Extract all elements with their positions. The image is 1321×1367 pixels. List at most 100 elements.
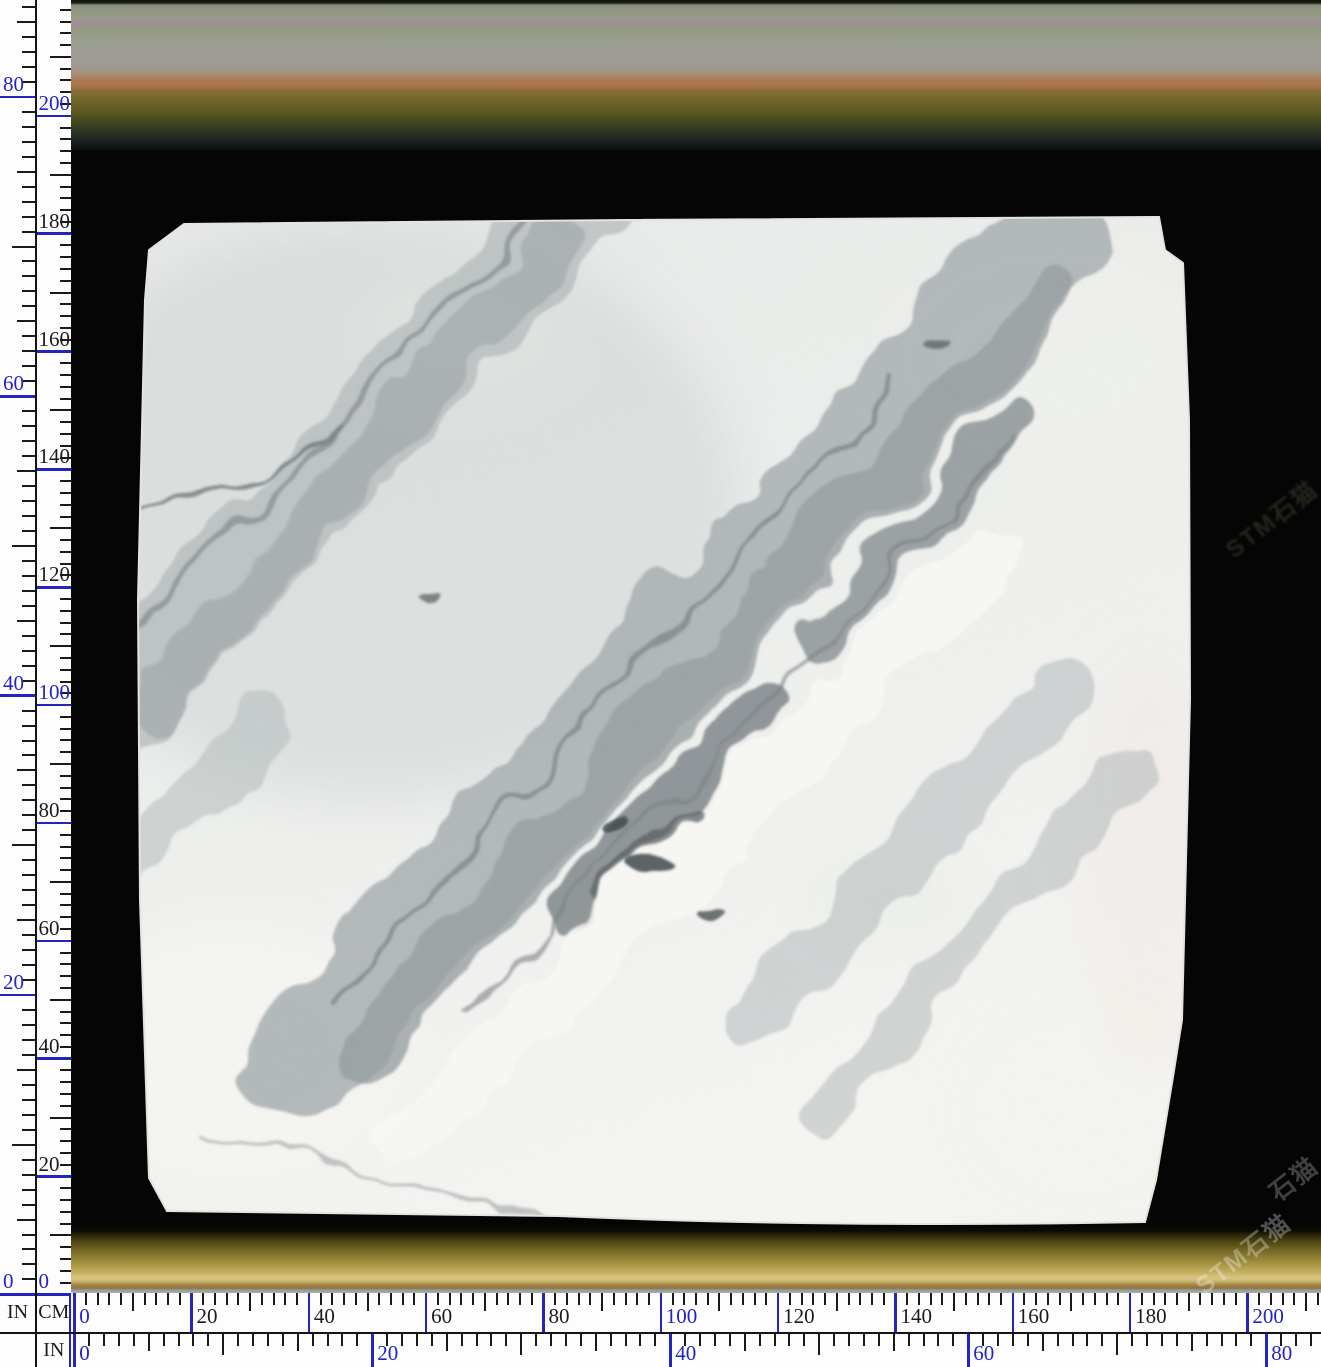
ruler-tick bbox=[60, 1152, 71, 1154]
vertical-ruler-inches: 020406080 bbox=[0, 0, 35, 1293]
scan-photo-canvas: STM石猫 石猫 STM石猫 bbox=[71, 0, 1321, 1293]
ruler-tick bbox=[60, 1011, 71, 1013]
ruler-tick bbox=[60, 975, 71, 977]
ruler-tick bbox=[22, 1024, 35, 1026]
ruler-label: 40 bbox=[3, 672, 24, 694]
ruler-tick bbox=[312, 1334, 314, 1346]
ruler-tick bbox=[50, 56, 71, 58]
ruler-tick bbox=[1131, 1334, 1133, 1346]
ruler-tick bbox=[60, 952, 71, 954]
ruler-tick bbox=[22, 829, 35, 831]
ruler-tick bbox=[60, 1270, 71, 1272]
ruler-label: 40 bbox=[39, 1035, 60, 1057]
ruler-mark-line bbox=[37, 350, 72, 353]
ruler-tick bbox=[60, 551, 71, 553]
ruler-tick bbox=[356, 1334, 358, 1346]
ruler-label: 0 bbox=[79, 1305, 90, 1327]
ruler-tick bbox=[1082, 1293, 1084, 1305]
ruler-tick bbox=[50, 1234, 71, 1236]
ruler-tick bbox=[22, 650, 35, 652]
ruler-tick bbox=[60, 1211, 71, 1213]
ruler-tick bbox=[12, 545, 35, 547]
ruler-tick bbox=[237, 1293, 239, 1305]
ruler-tick bbox=[1146, 1334, 1148, 1346]
ruler-tick bbox=[803, 1334, 805, 1346]
ruler-mark-line bbox=[37, 115, 72, 118]
ruler-tick bbox=[60, 150, 71, 152]
ruler-tick bbox=[237, 1334, 239, 1346]
ruler-mark-line bbox=[37, 1057, 72, 1060]
ruler-tick bbox=[953, 1293, 955, 1311]
ruler-tick bbox=[833, 1334, 835, 1346]
ruler-mark-line bbox=[894, 1293, 897, 1332]
ruler-tick bbox=[22, 1174, 35, 1176]
ruler-tick bbox=[965, 1293, 967, 1305]
ruler-tick bbox=[22, 575, 35, 577]
ruler-tick bbox=[565, 1334, 567, 1346]
ruler-tick bbox=[550, 1334, 552, 1346]
ruler-tick bbox=[22, 590, 35, 592]
ruler-tick bbox=[60, 421, 71, 423]
ruler-tick bbox=[12, 1144, 35, 1146]
ruler-tick bbox=[636, 1293, 638, 1305]
ruler-tick bbox=[17, 320, 35, 322]
ruler-tick bbox=[446, 1334, 448, 1351]
ruler-tick bbox=[60, 280, 71, 282]
ruler-tick bbox=[60, 1140, 71, 1142]
ruler-tick bbox=[22, 740, 35, 742]
ruler-tick bbox=[472, 1293, 474, 1305]
ruler-tick bbox=[1199, 1293, 1201, 1305]
ruler-tick bbox=[22, 485, 35, 487]
ruler-tick bbox=[60, 633, 71, 635]
ruler-tick bbox=[60, 598, 71, 600]
ruler-tick bbox=[977, 1293, 979, 1305]
ruler-tick bbox=[22, 455, 35, 457]
ruler-tick bbox=[461, 1334, 463, 1346]
ruler-tick bbox=[1057, 1334, 1059, 1346]
ruler-tick bbox=[729, 1334, 731, 1346]
horizontal-ruler-cm-row: IN CM 020406080100120140160180200 bbox=[0, 1293, 1321, 1332]
ruler-tick bbox=[22, 440, 35, 442]
ruler-tick bbox=[249, 1293, 251, 1311]
ruler-tick bbox=[765, 1293, 767, 1305]
ruler-tick bbox=[148, 1334, 150, 1351]
ruler-tick bbox=[60, 1128, 71, 1130]
ruler-label: 20 bbox=[377, 1342, 398, 1364]
ruler-tick bbox=[818, 1334, 820, 1355]
ruler-tick bbox=[22, 141, 35, 143]
ruler-mark-line bbox=[37, 1175, 72, 1178]
ruler-tick bbox=[1117, 1293, 1119, 1305]
ruler-tick bbox=[222, 1334, 224, 1355]
ruler-tick bbox=[60, 32, 71, 34]
ruler-tick bbox=[648, 1293, 650, 1305]
ruler-tick bbox=[22, 904, 35, 906]
ruler-label: 0 bbox=[39, 1270, 50, 1292]
ruler-tick bbox=[60, 492, 71, 494]
ruler-tick bbox=[60, 775, 71, 777]
ruler-tick bbox=[17, 620, 35, 622]
ruler-tick bbox=[50, 645, 71, 647]
ruler-tick bbox=[60, 739, 71, 741]
ruler-tick bbox=[1106, 1293, 1108, 1305]
ruler-tick bbox=[476, 1334, 478, 1346]
ruler-tick bbox=[50, 999, 71, 1001]
ruler-mark-line bbox=[37, 586, 72, 589]
ruler-tick bbox=[22, 1129, 35, 1131]
ruler-tick bbox=[848, 1293, 850, 1305]
unit-cell-inches-2: IN bbox=[37, 1334, 72, 1367]
ruler-tick bbox=[60, 186, 71, 188]
ruler-tick bbox=[22, 889, 35, 891]
unit-cell-inches: IN bbox=[0, 1293, 35, 1332]
ruler-tick bbox=[60, 869, 71, 871]
ruler-tick bbox=[50, 292, 71, 294]
ruler-tick bbox=[848, 1334, 850, 1346]
ruler-tick bbox=[226, 1293, 228, 1305]
ruler-tick bbox=[108, 1293, 110, 1305]
ruler-tick bbox=[1176, 1334, 1178, 1346]
ruler-tick bbox=[144, 1293, 146, 1305]
ruler-tick bbox=[22, 500, 35, 502]
ruler-tick bbox=[163, 1334, 165, 1346]
ruler-tick bbox=[589, 1293, 591, 1305]
ruler-tick bbox=[22, 1263, 35, 1265]
ruler-tick bbox=[22, 111, 35, 113]
